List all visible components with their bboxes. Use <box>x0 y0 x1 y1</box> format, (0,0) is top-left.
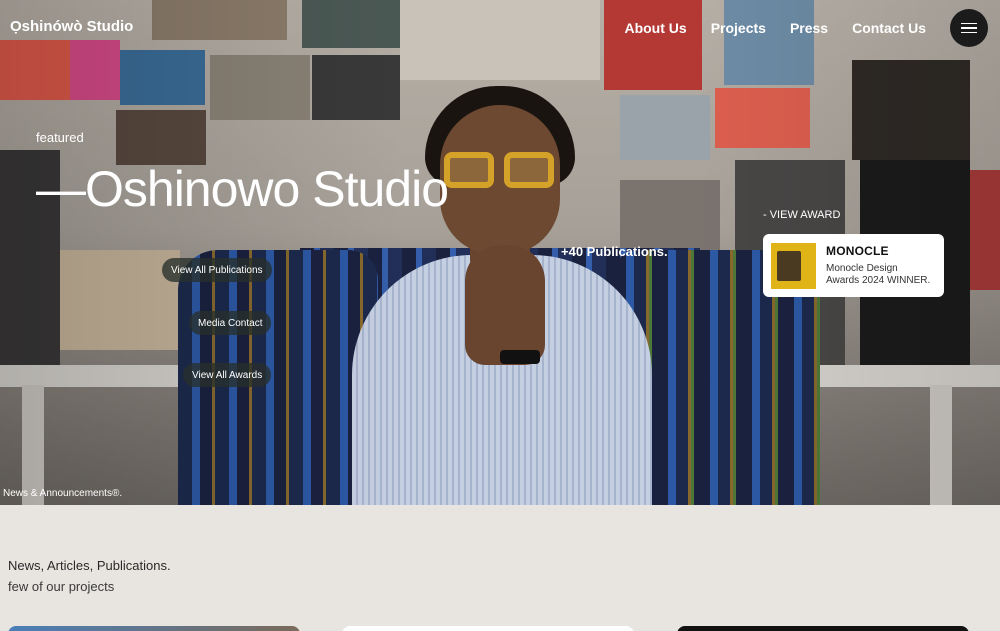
project-card[interactable] <box>8 626 300 631</box>
project-card[interactable] <box>342 626 634 631</box>
publications-count: +40 Publications. <box>561 244 668 259</box>
news-announcements-label: News & Announcements®. <box>3 488 123 499</box>
hamburger-menu-icon[interactable] <box>950 9 988 47</box>
nav-projects[interactable]: Projects <box>711 20 766 36</box>
main-nav: About Us Projects Press Contact Us <box>624 20 926 36</box>
nav-press[interactable]: Press <box>790 20 828 36</box>
featured-label: featured <box>36 130 84 145</box>
view-all-awards-button[interactable]: View All Awards <box>183 363 272 387</box>
award-line-1: Monocle Design <box>826 263 898 274</box>
award-description: Monocle Design Awards 2024 WINNER. <box>826 263 930 287</box>
award-line-2: Awards 2024 WINNER. <box>826 275 931 286</box>
media-contact-button[interactable]: Media Contact <box>189 311 272 335</box>
section-subheading: few of our projects <box>8 579 115 594</box>
hero-banner: Ọshinówò Studio About Us Projects Press … <box>0 0 1000 505</box>
hero-title: —Oshinowo Studio <box>36 161 449 217</box>
section-heading: News, Articles, Publications. <box>8 558 171 573</box>
nav-contact-us[interactable]: Contact Us <box>852 20 926 36</box>
view-award-link[interactable]: - VIEW AWARD <box>763 209 840 221</box>
award-card[interactable]: MONOCLE Monocle Design Awards 2024 WINNER… <box>763 234 944 297</box>
award-name: MONOCLE <box>826 244 889 258</box>
project-card[interactable] <box>677 626 969 631</box>
brand-logo[interactable]: Ọshinówò Studio <box>10 18 133 35</box>
award-magazine-thumbnail <box>771 242 816 289</box>
nav-about-us[interactable]: About Us <box>624 20 686 36</box>
view-all-publications-button[interactable]: View All Publications <box>162 258 272 282</box>
